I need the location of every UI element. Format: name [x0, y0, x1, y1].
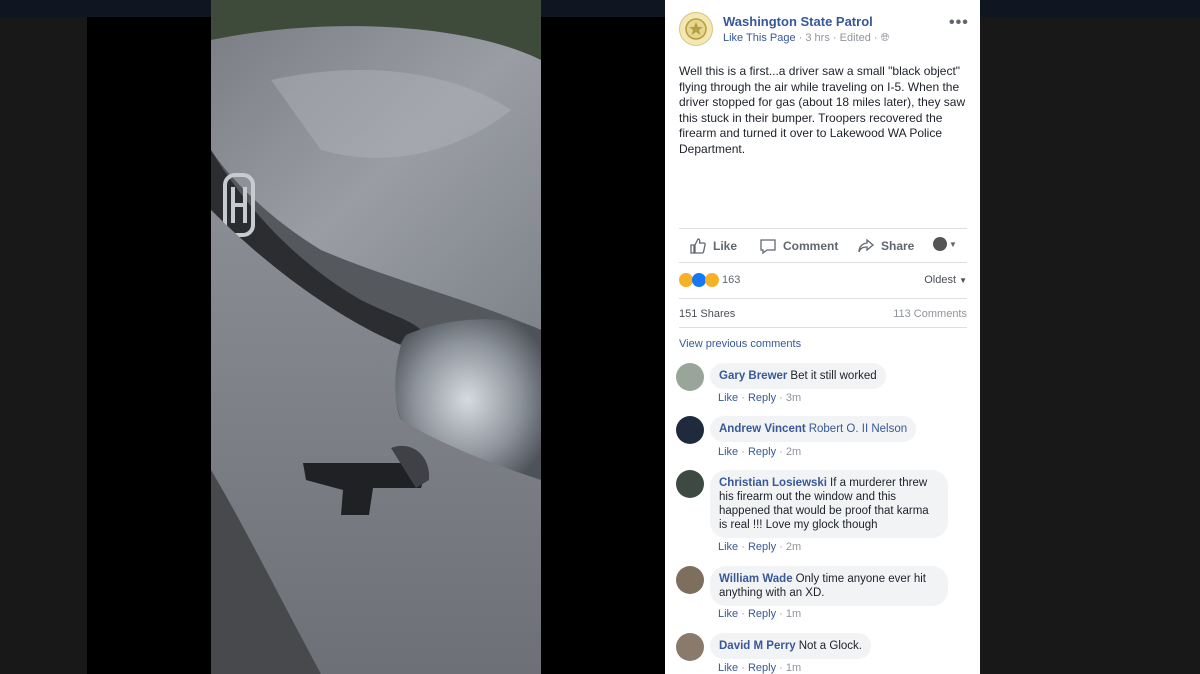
speech-bubble-icon [760, 239, 776, 255]
post-meta: Like This Page · 3 hrs · Edited · 🌐︎ [723, 32, 889, 45]
comment-text: Not a Glock. [798, 640, 862, 652]
comment-like-link[interactable]: Like [718, 662, 738, 674]
chevron-down-icon: ▼ [949, 239, 957, 249]
share-button[interactable]: Share [857, 237, 914, 255]
post-panel: Washington State Patrol Like This Page ·… [665, 0, 980, 674]
thumbs-up-icon [690, 238, 706, 254]
comment-author[interactable]: Andrew Vincent [719, 423, 806, 435]
meta-separator: · [832, 32, 840, 44]
comment-meta: Like · Reply · 2m [718, 446, 802, 458]
comment-text[interactable]: Robert O. II Nelson [809, 423, 907, 435]
comment-meta: Like · Reply · 1m [718, 608, 802, 620]
car-bumper-image [211, 0, 541, 674]
comment-like-link[interactable]: Like [718, 541, 738, 553]
comment-meta: Like · Reply · 2m [718, 541, 802, 553]
comment-reply-link[interactable]: Reply [748, 392, 776, 404]
sort-dropdown[interactable]: Oldest ▼ [924, 274, 967, 286]
comment-reply-link[interactable]: Reply [748, 446, 776, 458]
patrol-badge-icon [685, 18, 707, 40]
post-actions: Like Comment Share ▼ [679, 228, 967, 263]
comment-reply-link[interactable]: Reply [748, 541, 776, 553]
comment-button[interactable]: Comment [759, 237, 838, 255]
comment-meta: Like · Reply · 3m [718, 392, 802, 404]
comment-time[interactable]: 1m [786, 662, 801, 674]
commenter-avatar[interactable] [676, 470, 704, 498]
profile-mini-avatar [933, 237, 947, 251]
like-button[interactable]: Like [689, 237, 737, 255]
share-label: Share [881, 239, 915, 253]
post-header: Washington State Patrol Like This Page ·… [679, 12, 969, 52]
comment-time[interactable]: 1m [786, 608, 801, 620]
shares-count[interactable]: 151 Shares [679, 308, 735, 320]
haha-reaction-icon [705, 273, 719, 287]
comment-meta: Like · Reply · 1m [718, 662, 802, 674]
comment-bubble: Gary Brewer Bet it still worked [710, 363, 886, 389]
commenter-avatar[interactable] [676, 363, 704, 391]
page-avatar[interactable] [679, 12, 713, 46]
share-arrow-icon [858, 238, 875, 253]
comment-author[interactable]: David M Perry [719, 640, 796, 652]
like-reaction-icon [692, 273, 706, 287]
reaction-count[interactable]: 163 [722, 274, 740, 286]
post-time[interactable]: 3 hrs [805, 32, 829, 44]
comment-reply-link[interactable]: Reply [748, 662, 776, 674]
reactions-summary[interactable]: 163 Oldest ▼ [679, 272, 967, 292]
comments-count[interactable]: 113 Comments [893, 308, 967, 320]
commenter-avatar[interactable] [676, 416, 704, 444]
engagement-row: 151 Shares 113 Comments [679, 298, 967, 328]
top-strip [0, 0, 1200, 17]
post-photo[interactable] [211, 0, 541, 674]
wow-reaction-icon [679, 273, 693, 287]
comment-like-link[interactable]: Like [718, 446, 738, 458]
comment-author[interactable]: Christian Losiewski [719, 477, 827, 489]
commenter-avatar[interactable] [676, 633, 704, 661]
comment-bubble: William Wade Only time anyone ever hit an… [710, 566, 948, 606]
view-previous-comments[interactable]: View previous comments [679, 338, 801, 350]
like-label: Like [713, 239, 738, 253]
globe-icon: 🌐︎ [880, 32, 890, 44]
comment-time[interactable]: 2m [786, 541, 801, 553]
comment-time[interactable]: 3m [786, 392, 801, 404]
meta-separator: · [873, 32, 881, 44]
react-as-selector[interactable]: ▼ [933, 237, 957, 251]
comment-bubble: Andrew Vincent Robert O. II Nelson [710, 416, 917, 442]
page-name[interactable]: Washington State Patrol [723, 14, 873, 29]
comment-bubble: David M Perry Not a Glock. [710, 633, 871, 659]
comment-like-link[interactable]: Like [718, 608, 738, 620]
comment-author[interactable]: William Wade [719, 573, 793, 585]
comment-time[interactable]: 2m [786, 446, 801, 458]
comment-label: Comment [783, 239, 839, 253]
commenter-avatar[interactable] [676, 566, 704, 594]
caret-down-icon: ▼ [959, 276, 967, 285]
comment-bubble: Christian Losiewski If a murderer threw h… [710, 470, 948, 538]
like-page-link[interactable]: Like This Page [723, 32, 796, 44]
post-text: Well this is a first...a driver saw a sm… [679, 64, 966, 156]
comment-author[interactable]: Gary Brewer [719, 370, 787, 382]
comment-like-link[interactable]: Like [718, 392, 738, 404]
comment-text: Bet it still worked [790, 370, 877, 382]
edited-label[interactable]: Edited [840, 32, 871, 44]
comment-reply-link[interactable]: Reply [748, 608, 776, 620]
sort-label: Oldest [924, 274, 957, 286]
more-options-icon[interactable]: ••• [949, 14, 969, 32]
right-backdrop [980, 17, 1200, 674]
